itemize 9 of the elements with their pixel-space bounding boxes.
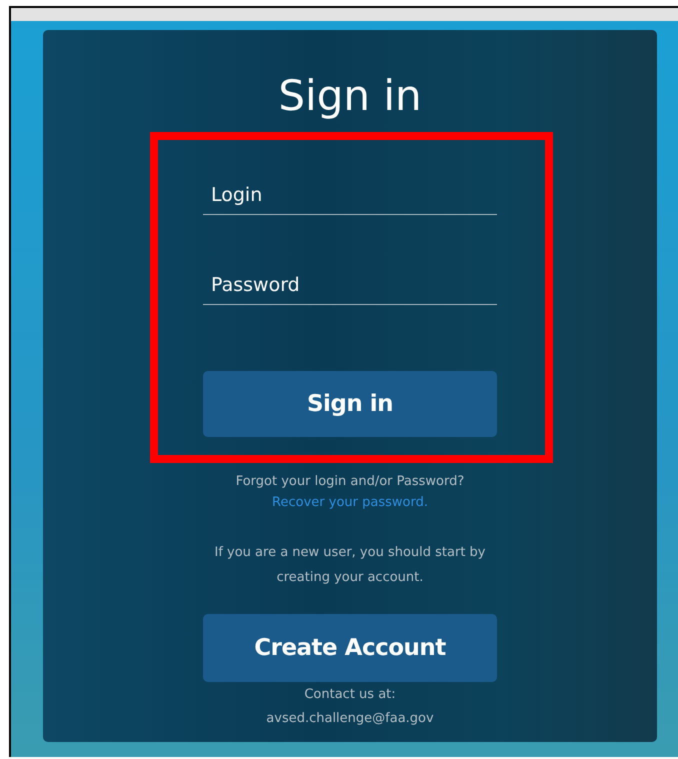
contact-email: avsed.challenge@faa.gov: [266, 710, 434, 728]
sign-in-title: Sign in: [278, 70, 422, 122]
forgot-password-text: Forgot your login and/or Password? Recover your password.: [234, 473, 466, 512]
sign-in-button[interactable]: Sign in: [203, 371, 497, 437]
login-field[interactable]: Login: [203, 177, 497, 215]
password-field[interactable]: Password: [203, 267, 497, 305]
contact-label: Contact us at:: [304, 686, 396, 704]
create-account-button[interactable]: Create Account: [203, 614, 497, 682]
new-user-note: If you are a new user, you should start by creating your account.: [213, 544, 486, 587]
